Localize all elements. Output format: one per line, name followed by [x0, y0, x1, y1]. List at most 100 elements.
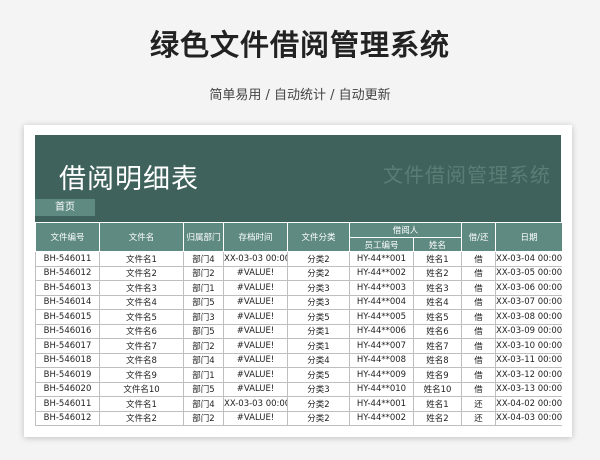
- date-cell[interactable]: XX-03-09 00:00:00: [495, 323, 562, 339]
- file-no-cell[interactable]: BH-546014: [35, 294, 100, 310]
- file-name-cell[interactable]: 文件名2: [99, 265, 184, 281]
- date-cell[interactable]: XX-03-04 00:00:00: [495, 251, 562, 267]
- dept-cell[interactable]: 部门5: [183, 294, 224, 310]
- employee-no-cell[interactable]: HY-44**002: [349, 410, 414, 426]
- file-no-cell[interactable]: BH-546020: [35, 381, 100, 397]
- borrow-return-cell[interactable]: 借: [461, 381, 497, 397]
- file-name-cell[interactable]: 文件名2: [99, 410, 184, 426]
- table-row[interactable]: BH-546012 文件名2 部门2 #VALUE! 分类2 HY-44**002 姓名2 还…: [35, 410, 562, 426]
- dept-cell[interactable]: 部门1: [183, 367, 224, 383]
- borrow-return-cell[interactable]: 借: [461, 323, 497, 339]
- date-cell[interactable]: XX-04-02 00:00:00: [495, 396, 562, 412]
- dept-cell[interactable]: 部门4: [183, 251, 224, 267]
- borrow-return-cell[interactable]: 借: [461, 294, 497, 310]
- category-cell[interactable]: 分类1: [287, 323, 350, 339]
- file-name-cell[interactable]: 文件名10: [99, 381, 184, 397]
- category-cell[interactable]: 分类3: [287, 280, 350, 296]
- archive-time-cell[interactable]: #VALUE!: [223, 309, 288, 325]
- dept-cell[interactable]: 部门2: [183, 338, 224, 354]
- category-cell[interactable]: 分类2: [287, 410, 350, 426]
- date-cell[interactable]: XX-03-08 00:00:00: [495, 309, 562, 325]
- date-cell[interactable]: XX-03-12 00:00:00: [495, 367, 562, 383]
- borrow-return-cell[interactable]: 还: [461, 396, 497, 412]
- dept-cell[interactable]: 部门4: [183, 352, 224, 368]
- date-cell[interactable]: XX-03-07 00:00:00: [495, 294, 562, 310]
- archive-time-cell[interactable]: XX-03-03 00:00:00: [223, 251, 288, 267]
- archive-time-cell[interactable]: #VALUE!: [223, 367, 288, 383]
- name-cell[interactable]: 姓名2: [412, 410, 463, 426]
- employee-no-cell[interactable]: HY-44**002: [349, 265, 414, 281]
- file-name-cell[interactable]: 文件名6: [99, 323, 184, 339]
- file-no-cell[interactable]: BH-546012: [35, 265, 100, 281]
- table-row[interactable]: BH-546018 文件名8 部门4 #VALUE! 分类4 HY-44**008 姓名8 借…: [35, 352, 562, 368]
- file-no-cell[interactable]: BH-546016: [35, 323, 100, 339]
- archive-time-cell[interactable]: #VALUE!: [223, 323, 288, 339]
- name-cell[interactable]: 姓名8: [412, 352, 463, 368]
- category-cell[interactable]: 分类1: [287, 338, 350, 354]
- name-cell[interactable]: 姓名7: [412, 338, 463, 354]
- table-row[interactable]: BH-546019 文件名9 部门1 #VALUE! 分类5 HY-44**009 姓名9 借…: [35, 367, 562, 383]
- date-cell[interactable]: XX-03-13 00:00:00: [495, 381, 562, 397]
- date-cell[interactable]: XX-03-10 00:00:00: [495, 338, 562, 354]
- category-cell[interactable]: 分类4: [287, 352, 350, 368]
- archive-time-cell[interactable]: #VALUE!: [223, 410, 288, 426]
- table-row[interactable]: BH-546012 文件名2 部门2 #VALUE! 分类2 HY-44**002 姓名2 借…: [35, 265, 562, 281]
- table-row[interactable]: BH-546013 文件名3 部门1 #VALUE! 分类3 HY-44**003 姓名3 借…: [35, 280, 562, 296]
- employee-no-cell[interactable]: HY-44**001: [349, 251, 414, 267]
- file-no-cell[interactable]: BH-546017: [35, 338, 100, 354]
- borrow-return-cell[interactable]: 借: [461, 367, 497, 383]
- dept-cell[interactable]: 部门1: [183, 280, 224, 296]
- name-cell[interactable]: 姓名9: [412, 367, 463, 383]
- file-name-cell[interactable]: 文件名1: [99, 396, 184, 412]
- category-cell[interactable]: 分类2: [287, 396, 350, 412]
- borrow-return-cell[interactable]: 还: [461, 410, 497, 426]
- file-name-cell[interactable]: 文件名9: [99, 367, 184, 383]
- name-cell[interactable]: 姓名6: [412, 323, 463, 339]
- table-row[interactable]: BH-546017 文件名7 部门2 #VALUE! 分类1 HY-44**007 姓名7 借…: [35, 338, 562, 354]
- dept-cell[interactable]: 部门5: [183, 381, 224, 397]
- borrow-return-cell[interactable]: 借: [461, 251, 497, 267]
- borrow-return-cell[interactable]: 借: [461, 338, 497, 354]
- date-cell[interactable]: XX-03-05 00:00:00: [495, 265, 562, 281]
- name-cell[interactable]: 姓名2: [412, 265, 463, 281]
- file-name-cell[interactable]: 文件名4: [99, 294, 184, 310]
- borrow-return-cell[interactable]: 借: [461, 265, 497, 281]
- file-no-cell[interactable]: BH-546018: [35, 352, 100, 368]
- borrow-return-cell[interactable]: 借: [461, 280, 497, 296]
- table-row[interactable]: BH-546016 文件名6 部门5 #VALUE! 分类1 HY-44**006 姓名6 借…: [35, 323, 562, 339]
- archive-time-cell[interactable]: #VALUE!: [223, 265, 288, 281]
- archive-time-cell[interactable]: #VALUE!: [223, 381, 288, 397]
- category-cell[interactable]: 分类2: [287, 251, 350, 267]
- category-cell[interactable]: 分类2: [287, 265, 350, 281]
- file-name-cell[interactable]: 文件名5: [99, 309, 184, 325]
- archive-time-cell[interactable]: XX-03-03 00:00:00: [223, 396, 288, 412]
- dept-cell[interactable]: 部门5: [183, 323, 224, 339]
- file-no-cell[interactable]: BH-546011: [35, 251, 100, 267]
- employee-no-cell[interactable]: HY-44**008: [349, 352, 414, 368]
- employee-no-cell[interactable]: HY-44**006: [349, 323, 414, 339]
- file-name-cell[interactable]: 文件名7: [99, 338, 184, 354]
- employee-no-cell[interactable]: HY-44**010: [349, 381, 414, 397]
- home-tab-button[interactable]: 首页: [35, 199, 95, 216]
- name-cell[interactable]: 姓名4: [412, 294, 463, 310]
- name-cell[interactable]: 姓名1: [412, 251, 463, 267]
- category-cell[interactable]: 分类5: [287, 367, 350, 383]
- file-name-cell[interactable]: 文件名3: [99, 280, 184, 296]
- date-cell[interactable]: XX-03-06 00:00:00: [495, 280, 562, 296]
- archive-time-cell[interactable]: #VALUE!: [223, 338, 288, 354]
- archive-time-cell[interactable]: #VALUE!: [223, 280, 288, 296]
- table-row[interactable]: BH-546020 文件名10 部门5 #VALUE! 分类3 HY-44**010 姓名1…: [35, 381, 562, 397]
- file-no-cell[interactable]: BH-546013: [35, 280, 100, 296]
- borrow-return-cell[interactable]: 借: [461, 352, 497, 368]
- archive-time-cell[interactable]: #VALUE!: [223, 294, 288, 310]
- name-cell[interactable]: 姓名1: [412, 396, 463, 412]
- name-cell[interactable]: 姓名10: [412, 381, 463, 397]
- borrow-return-cell[interactable]: 借: [461, 309, 497, 325]
- category-cell[interactable]: 分类3: [287, 381, 350, 397]
- dept-cell[interactable]: 部门3: [183, 309, 224, 325]
- date-cell[interactable]: XX-04-03 00:00:00: [495, 410, 562, 426]
- file-no-cell[interactable]: BH-546011: [35, 396, 100, 412]
- category-cell[interactable]: 分类3: [287, 294, 350, 310]
- file-no-cell[interactable]: BH-546012: [35, 410, 100, 426]
- file-name-cell[interactable]: 文件名1: [99, 251, 184, 267]
